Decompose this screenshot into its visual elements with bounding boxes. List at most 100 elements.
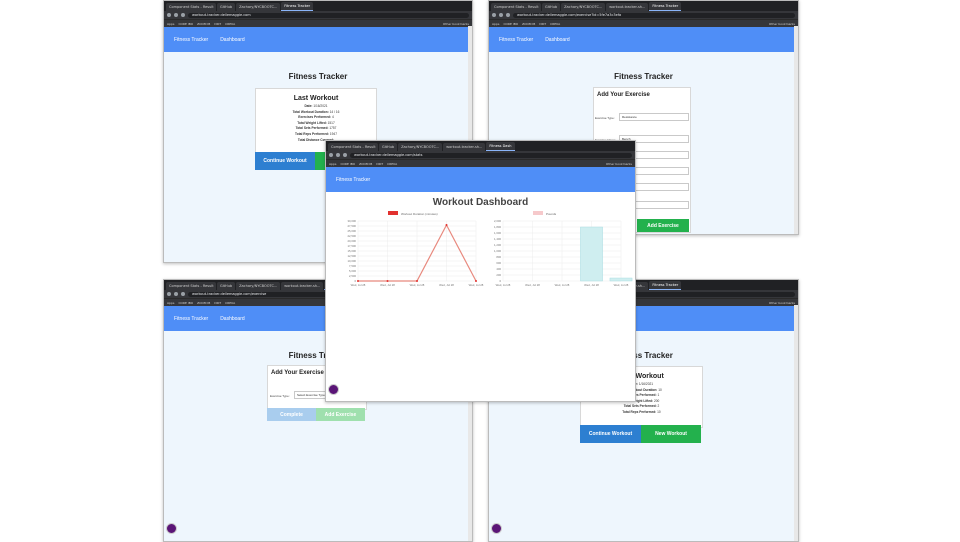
data-point bbox=[445, 224, 448, 226]
legend-label: Pounds bbox=[546, 212, 557, 216]
browser-tab[interactable]: Component Stats - Result bbox=[491, 3, 541, 11]
other-bookmarks[interactable]: Other bookmarks bbox=[769, 22, 795, 26]
reload-icon[interactable] bbox=[181, 13, 185, 17]
back-icon[interactable] bbox=[329, 153, 333, 157]
y-tick-label: 7,500 bbox=[349, 264, 356, 268]
browser-tab-active[interactable]: Fitness Tracker bbox=[649, 281, 682, 290]
y-tick-label: 25,000 bbox=[347, 229, 356, 233]
forward-icon[interactable] bbox=[336, 153, 340, 157]
browser-tab[interactable]: GitHub bbox=[379, 143, 398, 151]
stats-list: Date: 1/16/2021 Total Workout Duration: … bbox=[256, 104, 376, 143]
url-field[interactable]: workout-tracker.dellemaggie.com bbox=[188, 12, 469, 18]
exercise-type-label: Exercise Type: bbox=[270, 394, 290, 398]
bookmark[interactable]: ZOOM IB bbox=[359, 162, 372, 166]
browser-tab[interactable]: workout-tracker-sh... bbox=[443, 143, 486, 151]
browser-tab[interactable]: Zachary/NYCBOOTC... bbox=[236, 282, 281, 290]
bookmark[interactable]: Apps bbox=[329, 162, 336, 166]
bookmark[interactable]: CREKA bbox=[225, 22, 235, 26]
back-icon[interactable] bbox=[167, 13, 171, 17]
browser-tab[interactable]: Component Stats - Result bbox=[166, 3, 216, 11]
bookmark[interactable]: CORE IBO bbox=[503, 22, 518, 26]
complete-button[interactable]: Complete bbox=[267, 408, 316, 421]
forward-icon[interactable] bbox=[174, 13, 178, 17]
add-exercise-button[interactable]: Add Exercise bbox=[637, 219, 689, 232]
bookmark[interactable]: ZOOM IB bbox=[522, 22, 535, 26]
y-tick-label: 1,600 bbox=[494, 231, 501, 235]
scrollbar[interactable] bbox=[794, 26, 798, 234]
browser-tab[interactable]: workout-tracker-sh... bbox=[606, 3, 649, 11]
browser-tab[interactable]: Zachary/NYCBOOTC... bbox=[236, 3, 281, 11]
bookmark[interactable]: ZOOM IB bbox=[197, 22, 210, 26]
x-tick-label: Wed, Jul 28 bbox=[584, 283, 599, 287]
bookmark[interactable]: DIKT bbox=[539, 22, 546, 26]
other-bookmarks[interactable]: Other bookmarks bbox=[443, 22, 469, 26]
nav-dashboard-link[interactable]: Dashboard bbox=[545, 37, 569, 43]
new-workout-button[interactable]: New Workout bbox=[641, 425, 701, 443]
bookmark[interactable]: CORE IBO bbox=[178, 301, 193, 305]
bookmark[interactable]: Apps bbox=[167, 22, 174, 26]
browser-tab-active[interactable]: Fitness Tracker bbox=[649, 2, 682, 11]
nav-dashboard-link[interactable]: Dashboard bbox=[220, 37, 244, 43]
bookmark[interactable]: Apps bbox=[492, 22, 499, 26]
y-tick-label: 27,500 bbox=[347, 224, 356, 228]
url-field[interactable]: workout-tracker.dellemaggie.com/exercise… bbox=[513, 12, 795, 18]
continue-workout-button[interactable]: Continue Workout bbox=[580, 425, 641, 443]
forward-icon[interactable] bbox=[174, 292, 178, 296]
bookmark[interactable]: DIKT bbox=[376, 162, 383, 166]
back-icon[interactable] bbox=[492, 13, 496, 17]
y-tick-label: 17,500 bbox=[347, 244, 356, 248]
browser-tab[interactable]: Component Stats - Result bbox=[328, 143, 378, 151]
reload-icon[interactable] bbox=[181, 292, 185, 296]
reload-icon[interactable] bbox=[506, 13, 510, 17]
url-field[interactable]: workout-tracker.dellemaggie.com/stats bbox=[350, 152, 632, 158]
add-exercise-button[interactable]: Add Exercise bbox=[316, 408, 365, 421]
other-bookmarks[interactable]: Other bookmarks bbox=[606, 162, 632, 166]
continue-workout-button[interactable]: Continue Workout bbox=[255, 152, 315, 170]
browser-tab[interactable]: GitHub bbox=[217, 3, 236, 11]
x-tick-label: Wed, Jul 28 bbox=[439, 283, 454, 287]
forward-icon[interactable] bbox=[499, 13, 503, 17]
floating-action-icon[interactable] bbox=[166, 523, 177, 534]
nav-brand-link[interactable]: Fitness Tracker bbox=[499, 37, 533, 43]
other-bookmarks[interactable]: Other bookmarks bbox=[769, 301, 795, 305]
floating-action-icon[interactable] bbox=[328, 384, 339, 395]
scrollbar[interactable] bbox=[794, 305, 798, 541]
nav-brand-link[interactable]: Fitness Tracker bbox=[174, 316, 208, 322]
floating-action-icon[interactable] bbox=[491, 523, 502, 534]
address-bar-row: workout-tracker.dellemaggie.com bbox=[164, 11, 472, 19]
back-icon[interactable] bbox=[167, 292, 171, 296]
browser-tab[interactable]: GitHub bbox=[542, 3, 561, 11]
data-point bbox=[386, 280, 389, 282]
bookmarks-bar: Apps CORE IBO ZOOM IB DIKT CREKA Other b… bbox=[164, 19, 472, 27]
browser-tab[interactable]: Zachary/NYCBOOTC... bbox=[398, 143, 443, 151]
x-tick-label: Wed, Jul 28 bbox=[351, 283, 366, 287]
bookmark[interactable]: ZOOM IB bbox=[197, 301, 210, 305]
bookmark[interactable]: DIKT bbox=[214, 301, 221, 305]
browser-tab[interactable]: GitHub bbox=[217, 282, 236, 290]
y-tick-label: 30,000 bbox=[347, 219, 356, 223]
bookmark[interactable]: CREKA bbox=[225, 301, 235, 305]
x-tick-label: Wed, Jul 28 bbox=[614, 283, 629, 287]
nav-brand-link[interactable]: Fitness Tracker bbox=[336, 177, 370, 183]
x-tick-label: Wed, Jul 28 bbox=[380, 283, 395, 287]
bookmark[interactable]: CREKA bbox=[550, 22, 560, 26]
browser-tab[interactable]: Zachary/NYCBOOTC... bbox=[561, 3, 606, 11]
reload-icon[interactable] bbox=[343, 153, 347, 157]
bookmark[interactable]: CREKA bbox=[387, 162, 397, 166]
bookmarks-bar: Apps CORE IBO ZOOM IB DIKT CREKA Other b… bbox=[326, 159, 635, 167]
browser-tab-active[interactable]: Fitness Dash bbox=[486, 142, 515, 151]
browser-tab[interactable]: workout-tracker-sh... bbox=[281, 282, 324, 290]
bookmark[interactable]: CORE IBO bbox=[340, 162, 355, 166]
x-tick-label: Wed, Jul 28 bbox=[525, 283, 540, 287]
bookmark[interactable]: CORE IBO bbox=[178, 22, 193, 26]
bookmark[interactable]: Apps bbox=[167, 301, 174, 305]
nav-dashboard-link[interactable]: Dashboard bbox=[220, 316, 244, 322]
browser-tab[interactable]: Component Stats - Result bbox=[166, 282, 216, 290]
exercise-type-select[interactable]: Resistance bbox=[619, 113, 689, 121]
legend-swatch bbox=[533, 211, 543, 215]
page-title: Fitness Tracker bbox=[614, 72, 673, 81]
nav-brand-link[interactable]: Fitness Tracker bbox=[174, 37, 208, 43]
dashboard-title: Workout Dashboard bbox=[432, 197, 529, 208]
browser-tab-active[interactable]: Fitness Tracker bbox=[281, 2, 314, 11]
bookmark[interactable]: DIKT bbox=[214, 22, 221, 26]
